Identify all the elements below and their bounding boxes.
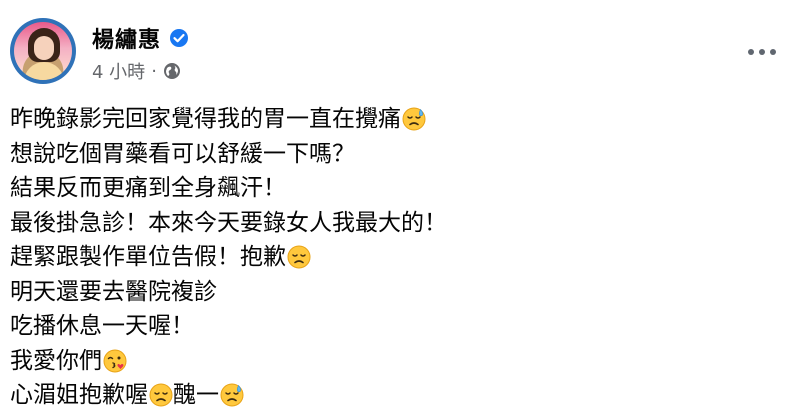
post-line-text: 明天還要去醫院複診 [10, 278, 217, 305]
avatar-face [34, 36, 54, 60]
post-timestamp[interactable]: 4 小時 [92, 58, 145, 84]
post-line-text: 趕緊跟製作單位告假！抱歉 [10, 244, 286, 270]
avatar[interactable] [10, 18, 76, 84]
globe-icon[interactable] [163, 62, 181, 80]
post-line: 結果反而更痛到全身飆汗！ [10, 171, 790, 206]
more-dot [770, 49, 776, 55]
author-name[interactable]: 楊繡惠 [92, 22, 161, 54]
facebook-post: 楊繡惠 4 小時 · 昨晚錄影完回家覺得我的胃一直在攪痛 想說吃個胃藥看可以舒緩… [0, 0, 800, 414]
post-line-text: 結果反而更痛到全身飆汗！ [10, 175, 286, 201]
downcast-sweat-face-icon [402, 107, 426, 131]
post-line-text: 吃播休息一天喔！ [10, 313, 194, 339]
post-line: 最後掛急診！本來今天要錄女人我最大的！ [10, 206, 790, 241]
more-dot [748, 49, 754, 55]
post-line-text: 最後掛急診！本來今天要錄女人我最大的！ [10, 209, 447, 236]
more-dot [759, 49, 765, 55]
disappointed-face-icon [149, 383, 173, 407]
post-line: 心湄姐抱歉喔 醜一 [10, 378, 790, 413]
face-blowing-kiss-icon [103, 349, 127, 373]
avatar-body [24, 62, 64, 80]
post-line-text: 醜一 [173, 382, 219, 408]
meta-separator: · [151, 60, 157, 82]
post-line: 昨晚錄影完回家覺得我的胃一直在攪痛 [10, 102, 790, 137]
post-header: 楊繡惠 4 小時 · [10, 12, 786, 84]
post-line: 趕緊跟製作單位告假！抱歉 [10, 240, 790, 275]
verified-badge-icon [169, 28, 189, 48]
post-line-text: 心湄姐抱歉喔 [10, 382, 148, 408]
disappointed-face-icon [287, 245, 311, 269]
author-row: 楊繡惠 [92, 22, 189, 54]
post-line: 明天還要去醫院複診 [10, 275, 790, 310]
more-options-icon[interactable] [746, 42, 778, 62]
post-line: 我愛你們 [10, 344, 790, 379]
avatar-photo [14, 22, 72, 80]
post-body: 昨晚錄影完回家覺得我的胃一直在攪痛 想說吃個胃藥看可以舒緩一下嗎？ 結果反而更痛… [10, 102, 790, 413]
post-meta: 4 小時 · [92, 58, 181, 84]
downcast-sweat-face-icon [220, 383, 244, 407]
post-line-text: 我愛你們 [10, 347, 102, 374]
post-line-text: 昨晚錄影完回家覺得我的胃一直在攪痛 [10, 106, 401, 132]
post-line-text: 想說吃個胃藥看可以舒緩一下嗎？ [10, 140, 355, 167]
post-line: 想說吃個胃藥看可以舒緩一下嗎？ [10, 137, 790, 172]
post-line: 吃播休息一天喔！ [10, 309, 790, 344]
